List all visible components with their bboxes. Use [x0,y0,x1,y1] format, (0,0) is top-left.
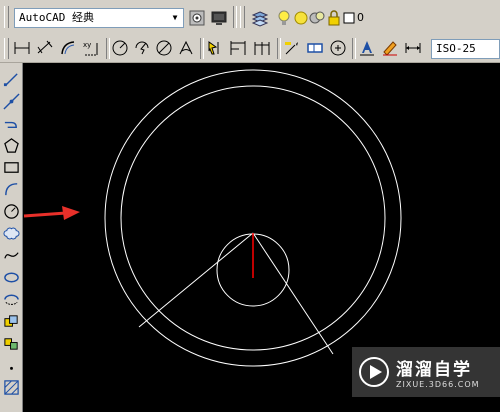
arc-length-button[interactable] [58,38,78,58]
radius-dimension-button[interactable] [110,38,130,58]
dimstyle-combo-value: ISO-25 [436,42,476,55]
ellipse-arc-button[interactable] [1,289,21,309]
linear-dimension-button[interactable] [12,38,32,58]
continue-dim-icon [254,42,270,55]
toolbar-separator [200,38,204,59]
baseline-dim-icon [230,41,246,55]
construction-line-icon [2,92,20,110]
toolbar-separator [233,6,237,28]
dimstyle-combo[interactable]: ISO-25 [431,39,500,59]
make-block-icon [3,337,18,350]
dim-text-edit-icon [360,41,374,56]
insert-block-icon [3,314,18,327]
toolbar-grip[interactable] [240,6,245,28]
construction-line-button[interactable] [1,91,21,111]
toolbar-separator [277,38,281,59]
quick-dimension-button[interactable] [205,38,225,58]
layers-icon [251,11,269,27]
toolbar-grip[interactable] [4,38,9,59]
hatch-icon [3,379,19,395]
point-button[interactable] [1,355,21,375]
dimension-text-edit-button[interactable] [380,38,400,58]
ellipse-arc-icon [3,294,19,305]
pencil-icon [383,41,397,56]
leader-icon [285,42,298,55]
angular-dimension-button[interactable] [176,38,196,58]
continue-dimension-button[interactable] [252,38,272,58]
toolbar-grip[interactable] [4,6,9,28]
arc-button[interactable] [1,179,21,199]
line-button[interactable] [1,69,21,89]
quick-dim-icon [208,41,219,55]
aligned-dimension-button[interactable] [35,38,55,58]
revision-cloud-icon [3,227,19,239]
tolerance-button[interactable] [305,38,325,58]
dim-update-icon [405,43,421,53]
polygon-icon [3,137,19,153]
layer-combo[interactable]: 0 [275,8,365,28]
baseline-dimension-button[interactable] [228,38,248,58]
line-icon [3,72,18,86]
outer-circle [104,69,402,367]
toolbar-separator [352,38,356,59]
top-toolbar: AutoCAD 经典 ▼ 0 [0,0,500,36]
circle-button[interactable] [1,201,21,221]
ellipse-icon [3,272,19,282]
insert-block-button[interactable] [1,311,21,331]
inner-circle [120,85,386,351]
dimension-toolbar: xy ISO-25 [0,35,500,63]
linear-dim-icon [14,42,30,54]
ordinate-dimension-button[interactable]: xy [81,38,101,58]
svg-text:xy: xy [83,41,91,49]
spline-icon [3,251,19,259]
diameter-dimension-button[interactable] [154,38,174,58]
sector-line-left [138,232,254,328]
polygon-button[interactable] [1,135,21,155]
center-mark-button[interactable] [328,38,348,58]
arc-icon [4,182,17,195]
revision-cloud-button[interactable] [1,223,21,243]
dimension-edit-button[interactable] [357,38,377,58]
workspace-save-button[interactable] [209,8,229,28]
rectangle-button[interactable] [1,157,21,177]
point-icon [9,366,13,370]
layer-combo-value: 0 [357,11,364,24]
tolerance-icon [307,43,323,53]
draw-toolbar [0,63,23,412]
diameter-dim-icon [156,40,172,56]
bulb-icon [278,10,290,25]
center-mark-icon [330,40,346,56]
rectangle-icon [3,161,19,173]
dimension-update-button[interactable] [403,38,423,58]
make-block-button[interactable] [1,333,21,353]
watermark-subtitle: ZIXUE.3D66.COM [396,380,480,389]
watermark: 溜溜自学 ZIXUE.3D66.COM [352,347,500,397]
radius-dim-icon [112,40,128,56]
watermark-title: 溜溜自学 [396,360,472,380]
callout-arrow [23,206,80,220]
jogged-dimension-button[interactable] [132,38,152,58]
sector-line-right [252,232,334,355]
watermark-logo [359,357,389,387]
ordinate-dim-icon: xy [83,41,98,56]
circle-icon [3,203,19,219]
monitor-icon [211,11,227,25]
polyline-icon [4,121,17,128]
quick-leader-button[interactable] [282,38,302,58]
angular-dim-icon [179,40,193,55]
workspace-settings-button[interactable] [187,8,207,28]
freeze-viewport-icon [309,11,325,24]
jogged-dim-icon [135,41,149,55]
ellipse-button[interactable] [1,267,21,287]
gear-icon [189,10,205,26]
aligned-dim-icon [37,40,53,54]
spline-button[interactable] [1,245,21,265]
polyline-button[interactable] [1,113,21,133]
arc-length-icon [61,41,75,55]
workspace-combo[interactable]: AutoCAD 经典 ▼ [14,8,184,28]
chevron-down-icon[interactable]: ▼ [168,10,182,26]
layer-properties-button[interactable] [250,8,270,28]
hatch-button[interactable] [1,377,21,397]
workspace-combo-value: AutoCAD 经典 [19,11,94,24]
